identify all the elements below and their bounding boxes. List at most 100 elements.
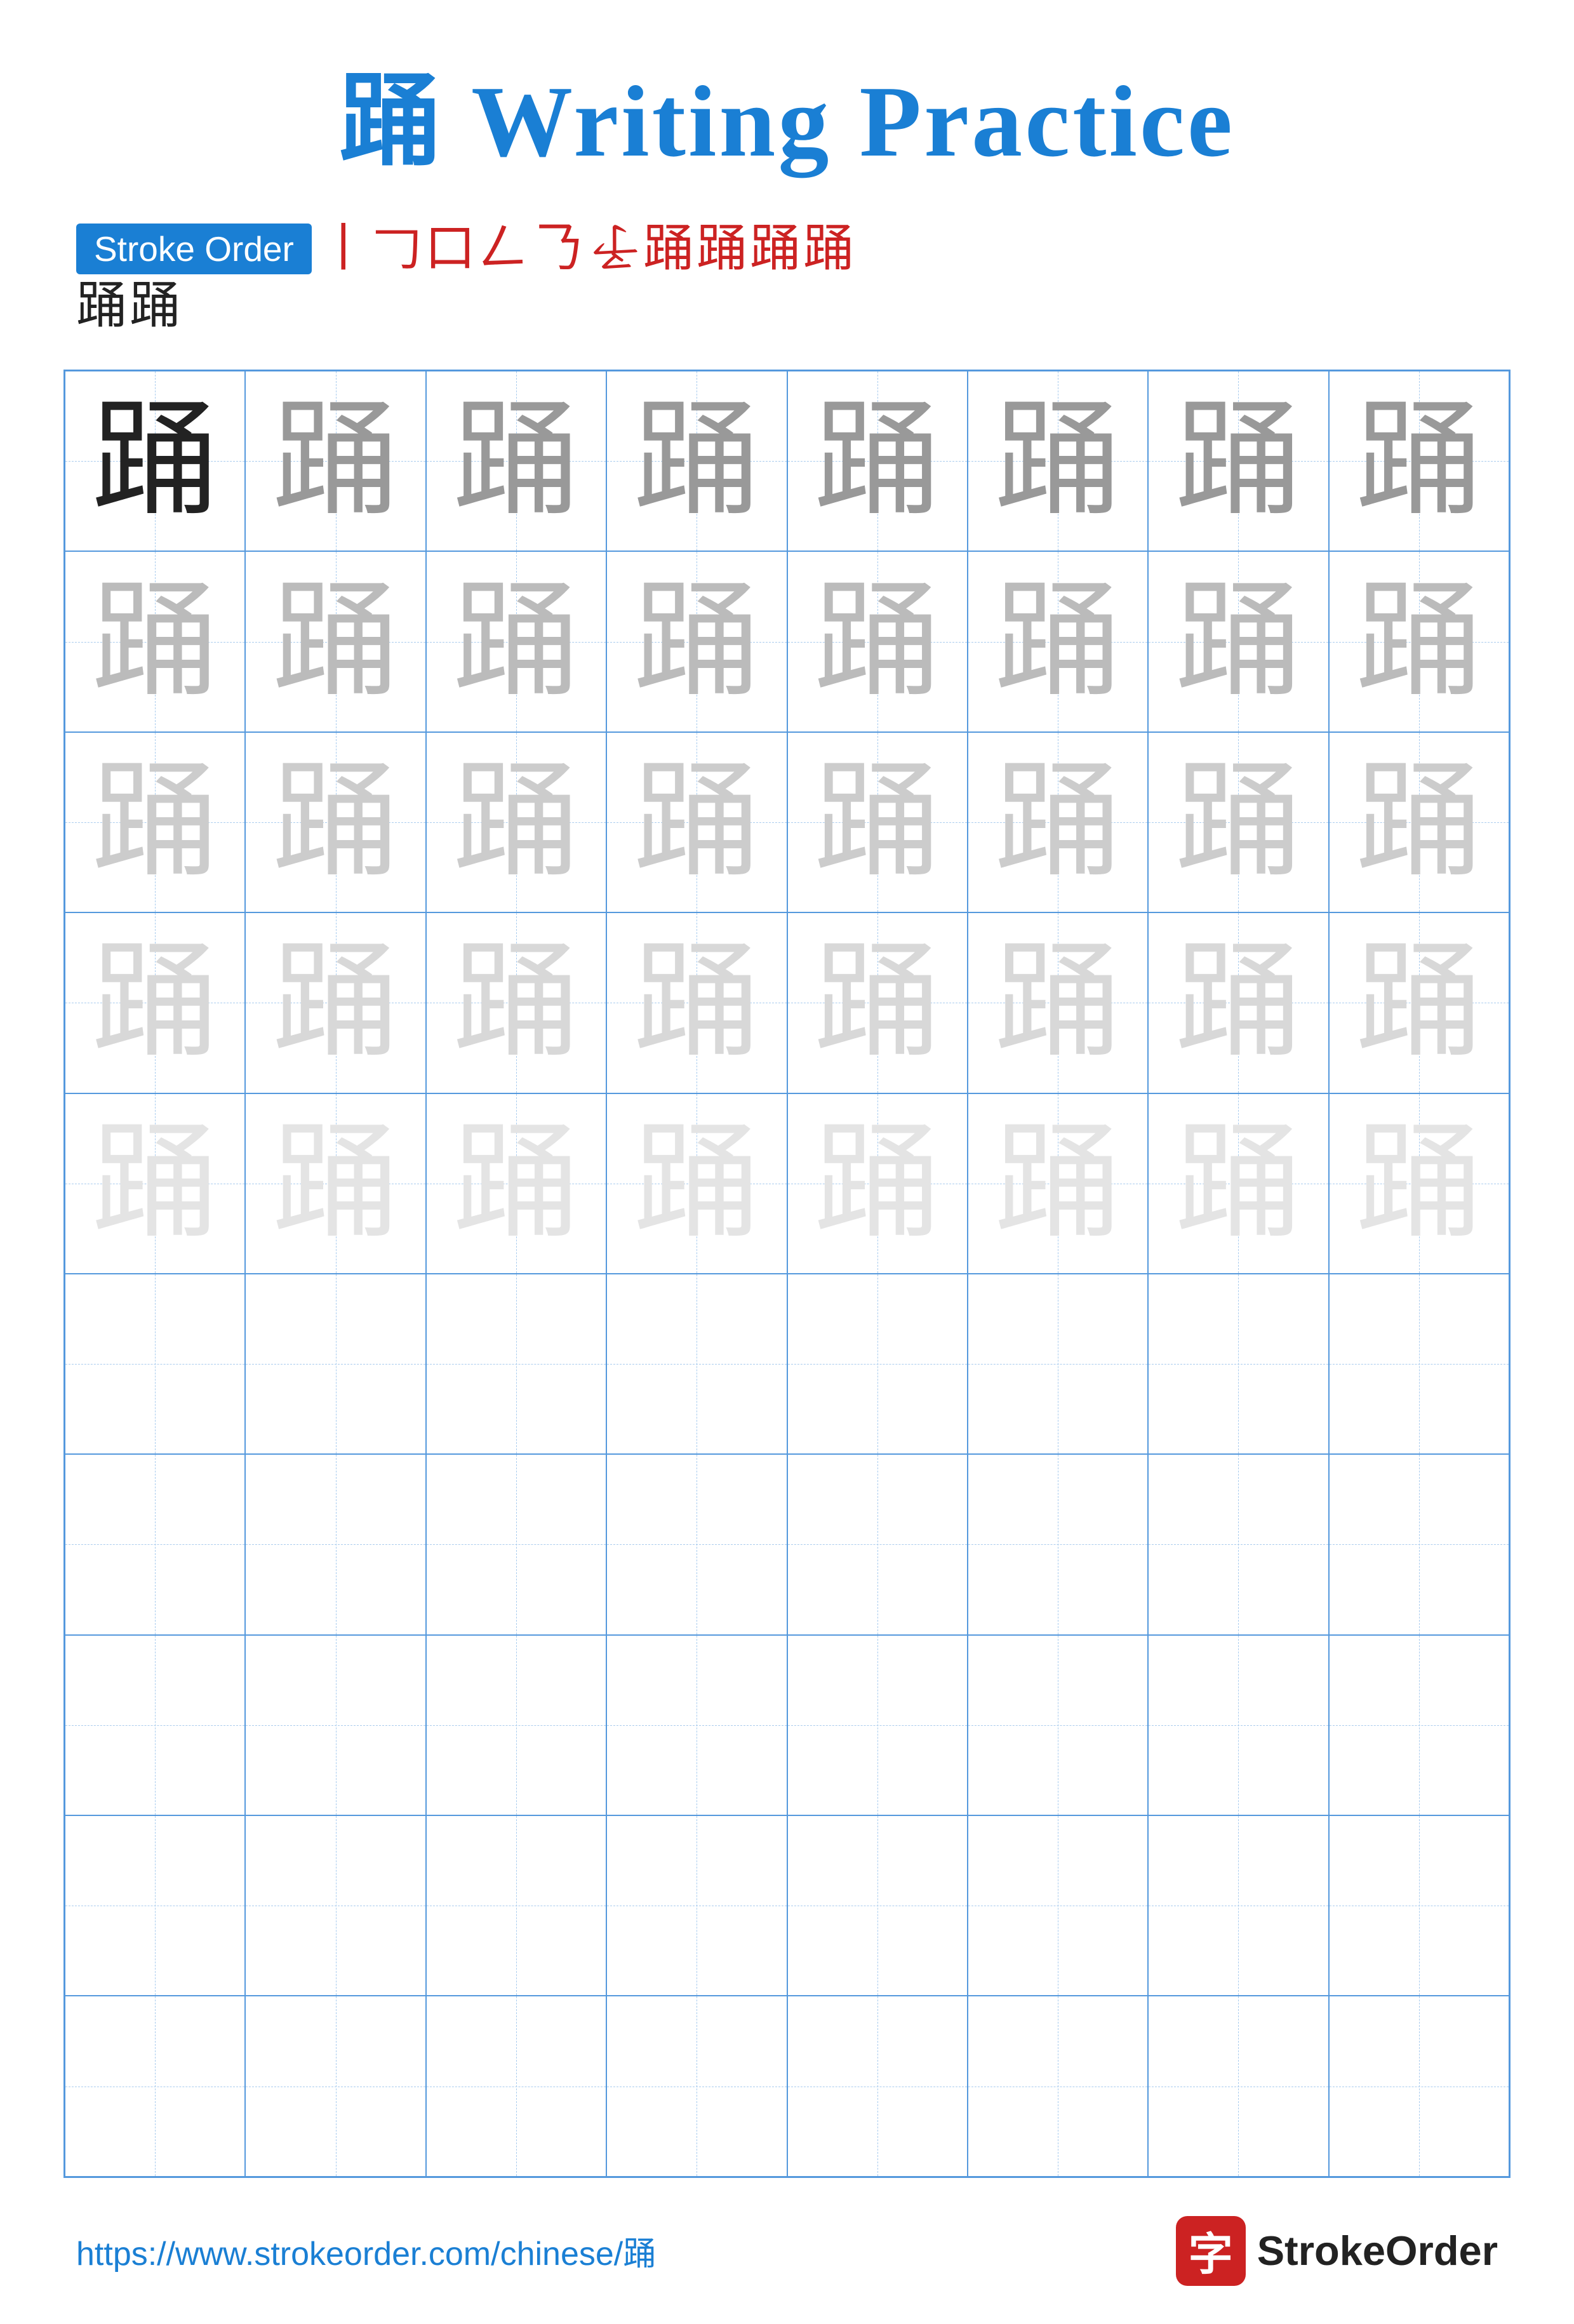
grid-cell[interactable]: [245, 1274, 425, 1454]
title-text: Writing Practice: [443, 65, 1235, 178]
grid-cell[interactable]: [1329, 1274, 1509, 1454]
grid-cell[interactable]: 踊: [1148, 371, 1328, 551]
grid-cell[interactable]: [1329, 1996, 1509, 2176]
practice-char: 踊: [814, 578, 941, 705]
grid-cell[interactable]: [245, 1635, 425, 1815]
grid-cell[interactable]: 踊: [606, 551, 787, 731]
grid-cell[interactable]: 踊: [65, 1093, 245, 1274]
practice-char: 踊: [272, 759, 399, 886]
grid-cell[interactable]: 踊: [606, 732, 787, 912]
grid-cell[interactable]: 踊: [1148, 732, 1328, 912]
grid-cell[interactable]: [968, 1635, 1148, 1815]
grid-cell[interactable]: [1148, 1635, 1328, 1815]
grid-cell[interactable]: [1329, 1815, 1509, 1996]
practice-char: 踊: [1175, 397, 1302, 524]
grid-cell[interactable]: [426, 1454, 606, 1634]
grid-cell[interactable]: [787, 1454, 968, 1634]
stroke-step-12: 踊: [803, 224, 854, 274]
practice-char: 踊: [91, 759, 218, 886]
grid-cell[interactable]: [426, 1996, 606, 2176]
stroke-step-2: 𠃌: [371, 224, 422, 274]
grid-cell[interactable]: 踊: [968, 732, 1148, 912]
grid-cell[interactable]: [787, 1815, 968, 1996]
practice-char: 踊: [994, 578, 1121, 705]
grid-cell[interactable]: [245, 1996, 425, 2176]
grid-cell[interactable]: [968, 1274, 1148, 1454]
grid-cell[interactable]: 踊: [787, 1093, 968, 1274]
practice-char: 踊: [453, 939, 580, 1066]
grid-cell[interactable]: [968, 1454, 1148, 1634]
grid-cell[interactable]: [65, 1274, 245, 1454]
grid-cell[interactable]: 踊: [1329, 371, 1509, 551]
grid-cell[interactable]: 踊: [245, 732, 425, 912]
grid-cell[interactable]: [787, 1274, 968, 1454]
grid-cell[interactable]: 踊: [65, 912, 245, 1093]
grid-cell[interactable]: [606, 1815, 787, 1996]
grid-cell[interactable]: [1148, 1815, 1328, 1996]
grid-cell[interactable]: 踊: [245, 912, 425, 1093]
stroke-step-8: 𠄔: [590, 224, 641, 274]
grid-cell[interactable]: [606, 1635, 787, 1815]
grid-cell[interactable]: [426, 1635, 606, 1815]
grid-cell[interactable]: [1329, 1635, 1509, 1815]
grid-cell[interactable]: [787, 1635, 968, 1815]
grid-cell[interactable]: 踊: [787, 912, 968, 1093]
grid-cell[interactable]: 踊: [426, 732, 606, 912]
grid-cell[interactable]: 踊: [606, 371, 787, 551]
grid-cell[interactable]: [606, 1996, 787, 2176]
grid-cell[interactable]: 踊: [426, 371, 606, 551]
grid-cell[interactable]: [245, 1454, 425, 1634]
grid-cell[interactable]: [606, 1454, 787, 1634]
footer-brand-name: StrokeOrder: [1257, 2227, 1498, 2274]
grid-cell[interactable]: 踊: [1329, 912, 1509, 1093]
grid-cell[interactable]: 踊: [968, 371, 1148, 551]
footer-url[interactable]: https://www.strokeorder.com/chinese/踊: [76, 2227, 656, 2274]
grid-cell[interactable]: 踊: [426, 912, 606, 1093]
grid-cell[interactable]: 踊: [245, 371, 425, 551]
grid-cell[interactable]: [968, 1815, 1148, 1996]
practice-char: 踊: [91, 939, 218, 1066]
grid-cell[interactable]: 踊: [1148, 912, 1328, 1093]
grid-cell[interactable]: [1329, 1454, 1509, 1634]
stroke-step-3: 口: [425, 224, 476, 274]
grid-cell[interactable]: 踊: [787, 551, 968, 731]
grid-cell[interactable]: 踊: [426, 551, 606, 731]
grid-cell[interactable]: [65, 1454, 245, 1634]
stroke-chars: 丨 𠃌 口 𠃋 𠃎 𠄎 𠄑 𠄔 踊 踊 踊 踊: [318, 224, 854, 274]
grid-cell[interactable]: 踊: [968, 1093, 1148, 1274]
grid-cell[interactable]: [65, 1815, 245, 1996]
grid-cell[interactable]: 踊: [1148, 551, 1328, 731]
grid-cell[interactable]: [1148, 1274, 1328, 1454]
grid-cell[interactable]: 踊: [606, 1093, 787, 1274]
practice-char: 踊: [272, 397, 399, 524]
grid-cell[interactable]: 踊: [65, 732, 245, 912]
grid-cell[interactable]: 踊: [245, 1093, 425, 1274]
grid-cell[interactable]: [65, 1635, 245, 1815]
grid-cell[interactable]: [968, 1996, 1148, 2176]
grid-cell[interactable]: [65, 1996, 245, 2176]
grid-cell[interactable]: 踊: [1329, 1093, 1509, 1274]
grid-cell[interactable]: 踊: [426, 1093, 606, 1274]
grid-cell[interactable]: [426, 1274, 606, 1454]
grid-cell[interactable]: 踊: [1148, 1093, 1328, 1274]
grid-cell[interactable]: 踊: [1329, 551, 1509, 731]
grid-cell[interactable]: 踊: [245, 551, 425, 731]
practice-grid: 踊 踊 踊 踊 踊 踊 踊 踊 踊 踊 踊 踊 踊 踊 踊 踊 踊 踊 踊 踊 …: [63, 370, 1511, 2178]
grid-cell[interactable]: 踊: [787, 732, 968, 912]
practice-char: 踊: [1175, 759, 1302, 886]
grid-cell[interactable]: 踊: [65, 551, 245, 731]
grid-cell[interactable]: [245, 1815, 425, 1996]
grid-cell[interactable]: 踊: [787, 371, 968, 551]
grid-cell[interactable]: 踊: [65, 371, 245, 551]
stroke-order-label: Stroke Order: [76, 224, 312, 274]
grid-cell[interactable]: [1148, 1454, 1328, 1634]
grid-cell[interactable]: 踊: [606, 912, 787, 1093]
grid-cell[interactable]: 踊: [968, 912, 1148, 1093]
grid-cell[interactable]: 踊: [1329, 732, 1509, 912]
practice-char: 踊: [1175, 578, 1302, 705]
grid-cell[interactable]: 踊: [968, 551, 1148, 731]
grid-cell[interactable]: [1148, 1996, 1328, 2176]
grid-cell[interactable]: [426, 1815, 606, 1996]
grid-cell[interactable]: [787, 1996, 968, 2176]
grid-cell[interactable]: [606, 1274, 787, 1454]
